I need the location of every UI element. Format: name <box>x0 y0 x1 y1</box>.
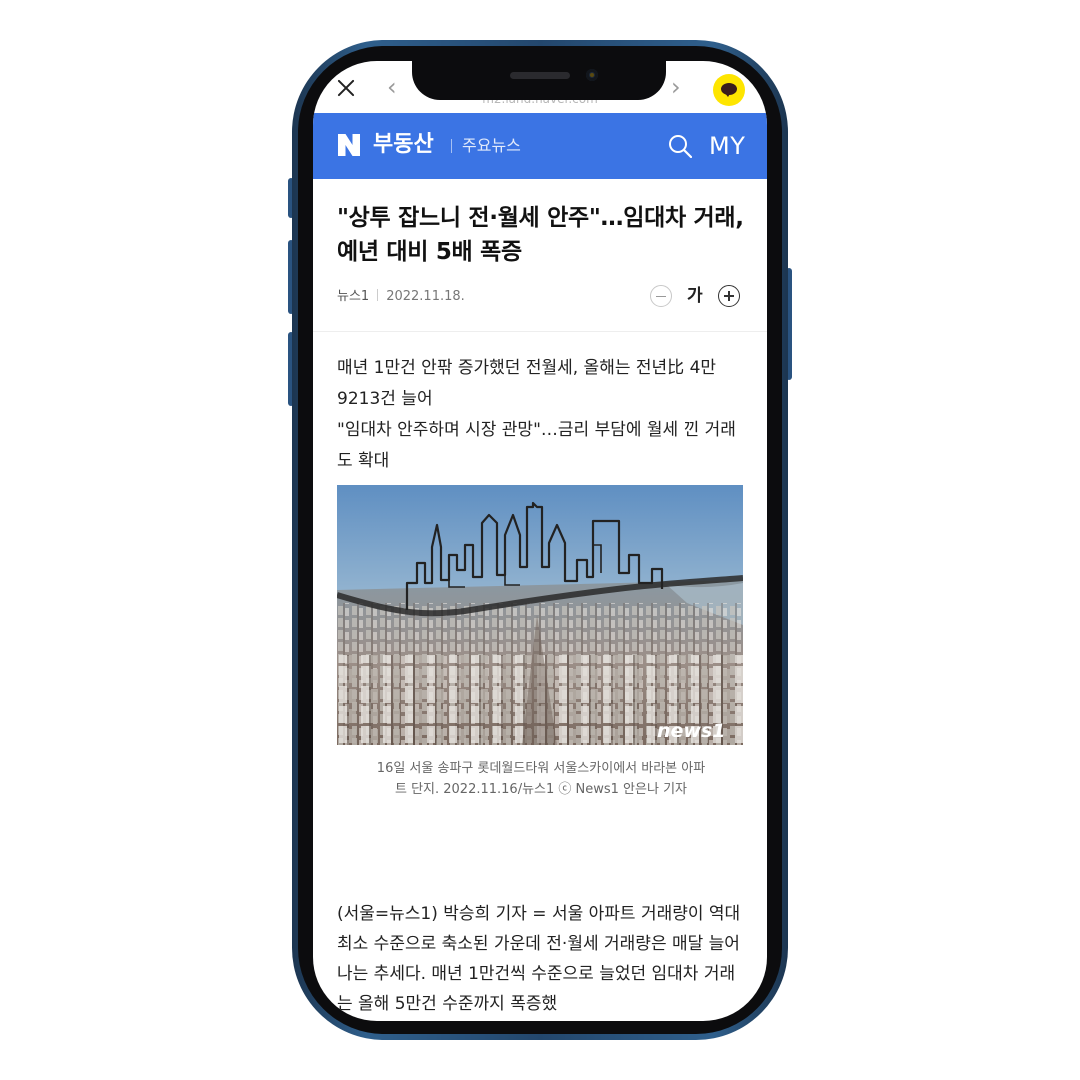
news1-watermark: news1 <box>657 720 726 742</box>
font-size-label: 가 <box>687 286 703 306</box>
my-menu-button[interactable]: MY <box>709 133 745 159</box>
speaker-grille <box>510 72 570 79</box>
font-increase-icon[interactable] <box>718 285 740 307</box>
kakaotalk-icon[interactable] <box>713 74 745 106</box>
header-divider <box>451 139 452 153</box>
subtitle-line: "임대차 안주하며 시장 관망"…금리 부담에 월세 낀 거래도 확대 <box>337 420 736 471</box>
article-body: (서울=뉴스1) 박승희 기자 = 서울 아파트 거래량이 역대 최소 수준으로… <box>337 904 741 1014</box>
article-subtitle: 매년 1만건 안팎 증가했던 전월세, 올해는 전년比 4만9213건 늘어 "… <box>337 353 747 477</box>
phone-notch <box>412 52 666 100</box>
brand-title[interactable]: 부동산 <box>373 131 434 159</box>
article-photo[interactable]: news1 <box>337 485 743 745</box>
article-date: 2022.11.18. <box>386 289 465 304</box>
article-title: "상투 잡느니 전·월세 안주"…임대차 거래, 예년 대비 5배 폭증 <box>337 205 744 265</box>
subtitle-line: 매년 1만건 안팎 증가했던 전월세, 올해는 전년比 4만9213건 늘어 <box>337 358 717 409</box>
press-name[interactable]: 뉴스1 <box>337 289 369 304</box>
meta-divider <box>377 289 379 301</box>
section-title[interactable]: 주요뉴스 <box>462 136 521 156</box>
photo-caption: 16일 서울 송파구 롯데월드타워 서울스카이에서 바라본 아파트 단지. 20… <box>376 761 706 797</box>
content-divider <box>313 331 767 332</box>
front-camera-icon <box>586 69 598 81</box>
naver-logo-icon[interactable] <box>337 133 361 157</box>
phone-screen: ‹ m2.land.naver.com › 부동산 주요뉴스 MY "상투 잡느… <box>313 61 767 1021</box>
search-icon[interactable] <box>668 134 692 158</box>
city-skyline-image: news1 <box>337 485 743 745</box>
font-decrease-icon[interactable] <box>650 285 672 307</box>
forward-arrow-icon[interactable]: › <box>671 75 681 99</box>
article-meta: 뉴스1 2022.11.18. <box>337 287 465 307</box>
naver-land-header: 부동산 주요뉴스 MY <box>313 113 767 179</box>
